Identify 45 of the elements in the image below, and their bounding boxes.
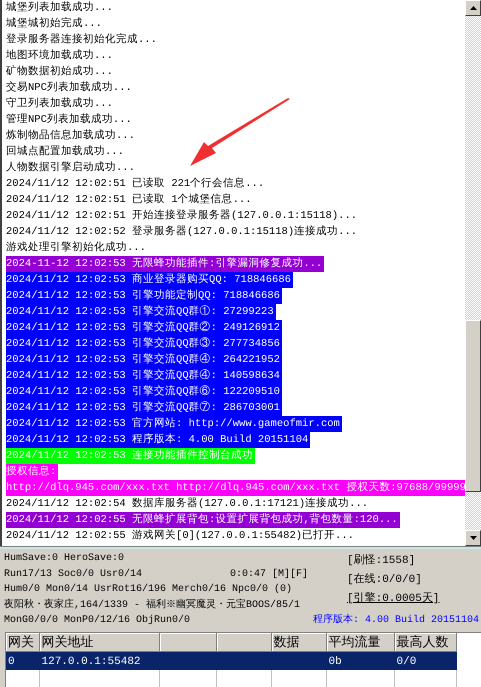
log-line: 登录服务器连接初始化完成... bbox=[6, 32, 158, 48]
log-line: 游戏处理引擎初始化成功... bbox=[6, 240, 147, 256]
table-row[interactable]: 0 127.0.0.1:55482 0b 0/0 bbox=[6, 652, 456, 670]
status-text: 夜阳秋・夜家庄,164/1339 - 福利※幽冥魔灵・元宝BOOS/85/1 bbox=[4, 598, 302, 612]
down-arrow-icon bbox=[470, 536, 476, 540]
status-text: Hum0/0 Mon0/14 UsrRot16/196 Merch0/16 Npc0/0 (0) bbox=[4, 582, 294, 597]
scroll-down-button[interactable] bbox=[465, 530, 481, 546]
log-line: 2024/11/12 12:02:55 游戏网关[0](127.0.0.1:55482)已打开... bbox=[6, 528, 355, 544]
status-text: HumSave:0 HeroSave:0 bbox=[4, 552, 126, 566]
counter-text: [刷怪:1558] bbox=[347, 553, 416, 567]
log-line: 城堡城初始完成... bbox=[6, 16, 103, 32]
log-line: 城堡列表加载成功... bbox=[6, 0, 114, 16]
up-arrow-icon bbox=[470, 6, 476, 10]
column-header[interactable]: 数据 bbox=[271, 633, 326, 652]
scrollbar-thumb[interactable] bbox=[465, 320, 481, 492]
log-line: 回城点配置加载成功... bbox=[6, 144, 125, 160]
column-header[interactable]: 平均流量 bbox=[326, 633, 394, 652]
log-line: 交易NPC列表加载成功... bbox=[6, 80, 133, 96]
counter-text: [引擎:0.0005天] bbox=[347, 591, 440, 605]
scroll-up-button[interactable] bbox=[465, 0, 481, 16]
table-cell: 0/0 bbox=[396, 656, 416, 668]
column-header[interactable]: 最高人数 bbox=[394, 633, 456, 652]
log-line: 炼制物品信息加载成功... bbox=[6, 128, 136, 144]
column-header[interactable] bbox=[216, 633, 271, 652]
column-header[interactable]: 网关 bbox=[6, 633, 39, 652]
table-cell: 127.0.0.1:55482 bbox=[42, 656, 141, 668]
log-line: 2024/11/12 12:02:54 数据库服务器(127.0.0.1:17121)连接成功... bbox=[6, 496, 370, 512]
status-text: MonG0/0/0 MonP0/12/16 ObjRun0/0 bbox=[4, 614, 190, 628]
column-header[interactable]: 网关地址 bbox=[39, 633, 159, 652]
log-line: 守卫列表加载成功... bbox=[6, 96, 114, 112]
table-cell: 0b bbox=[328, 656, 342, 668]
column-header[interactable] bbox=[159, 633, 216, 652]
log-line: 管理NPC列表加载成功... bbox=[6, 112, 133, 128]
log-line: 2024/11/12 12:02:51 已读取 221个行会信息... bbox=[6, 176, 266, 192]
log-line: 地图环境加载成功... bbox=[6, 48, 114, 64]
counter-text: [在线:0/0/0] bbox=[347, 572, 423, 586]
log-line: 人物数据引擎启动成功... bbox=[6, 160, 136, 176]
status-text: Run17/13 Soc0/0 Usr0/14 bbox=[4, 568, 142, 582]
log-line: 2024/11/12 12:02:51 已读取 1个城堡信息... bbox=[6, 192, 253, 208]
version-text: 程序版本: 4.00 Build 20151104 bbox=[312, 613, 479, 628]
table-cell: 0 bbox=[8, 656, 15, 668]
log-line: 矿物数据初始成功... bbox=[6, 64, 114, 80]
log-line: 2024/11/12 12:02:51 开始连接登录服务器(127.0.0.1:15118)... bbox=[6, 208, 358, 224]
log-line: 2024/11/12 12:02:52 登录服务器(127.0.0.1:15118)连接成功... bbox=[6, 224, 358, 240]
uptime-text: 0:0:47 [M][F] bbox=[230, 568, 308, 582]
